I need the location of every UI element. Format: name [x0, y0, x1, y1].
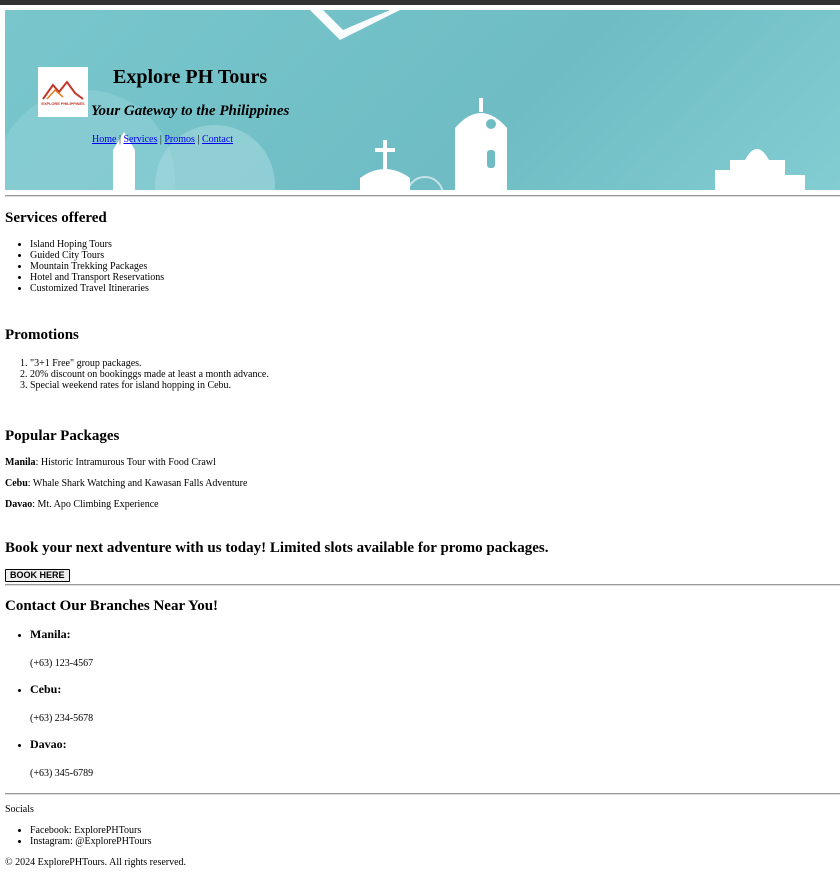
package-desc: : Historic Intramurous Tour with Food Cr…	[35, 457, 216, 468]
socials-list: Facebook: ExplorePHTours Instagram: @Exp…	[5, 825, 840, 847]
branch-item: Manila: (+63) 123-4567	[30, 628, 840, 669]
promotions-heading: Promotions	[5, 327, 79, 343]
package-item: Davao: Mt. Apo Climbing Experience	[5, 500, 840, 510]
packages-heading: Popular Packages	[5, 428, 120, 444]
package-city: Cebu	[5, 478, 28, 489]
list-item: 20% discount on bookinggs made at least …	[30, 369, 840, 380]
nav-link-contact[interactable]: Contact	[202, 134, 233, 145]
list-item: Special weekend rates for island hopping…	[30, 380, 840, 391]
list-item: Customized Travel Itineraries	[30, 283, 840, 294]
divider	[5, 195, 840, 196]
logo[interactable]: EXPLORE PHILIPPINES	[38, 67, 88, 117]
package-item: Cebu: Whale Shark Watching and Kawasan F…	[5, 479, 840, 489]
footer: Socials Facebook: ExplorePHTours Instagr…	[5, 805, 840, 868]
nav-link-home[interactable]: Home	[92, 134, 116, 145]
divider	[5, 584, 840, 585]
nav-separator: |	[197, 134, 200, 145]
booking-heading: Book your next adventure with us today! …	[5, 540, 549, 556]
social-item-instagram: Instagram: @ExplorePHTours	[30, 836, 840, 847]
services-heading: Services offered	[5, 210, 107, 226]
branch-phone: (+63) 123-4567	[30, 658, 94, 669]
branch-item: Cebu: (+63) 234-5678	[30, 683, 840, 724]
header-banner: EXPLORE PHILIPPINES Explore PH Tours You…	[5, 10, 840, 190]
copyright: © 2024 ExplorePHTours. All rights reserv…	[5, 857, 187, 868]
page: EXPLORE PHILIPPINES Explore PH Tours You…	[0, 10, 840, 868]
browser-top-bar	[0, 0, 840, 5]
nav-separator: |	[118, 134, 121, 145]
services-section: Services offered Island Hoping Tours Gui…	[5, 210, 840, 294]
branch-name: Davao:	[30, 737, 67, 751]
divider	[5, 793, 840, 794]
packages-section: Popular Packages Manila: Historic Intram…	[5, 428, 840, 510]
branch-phone: (+63) 234-5678	[30, 713, 94, 724]
list-item: Hotel and Transport Reservations	[30, 272, 840, 283]
branch-name: Cebu:	[30, 682, 62, 696]
list-item: Mountain Trekking Packages	[30, 261, 840, 272]
book-here-button[interactable]: BOOK HERE	[5, 569, 70, 582]
package-desc: : Mt. Apo Climbing Experience	[32, 499, 159, 510]
package-city: Davao	[5, 499, 33, 510]
branches-list: Manila: (+63) 123-4567 Cebu: (+63) 234-5…	[5, 628, 840, 779]
branch-item: Davao: (+63) 345-6789	[30, 738, 840, 779]
site-title: Explore PH Tours	[113, 66, 268, 88]
main-nav: Home | Services | Promos | Contact	[92, 134, 233, 145]
mountain-logo-icon	[42, 79, 84, 100]
nav-link-promos[interactable]: Promos	[164, 134, 195, 145]
services-list: Island Hoping Tours Guided City Tours Mo…	[5, 239, 840, 294]
list-item: Island Hoping Tours	[30, 239, 840, 250]
nav-link-services[interactable]: Services	[123, 134, 157, 145]
booking-section: Book your next adventure with us today! …	[5, 540, 840, 585]
contact-section: Contact Our Branches Near You! Manila: (…	[5, 598, 840, 794]
promotions-section: Promotions "3+1 Free" group packages. 20…	[5, 327, 840, 391]
package-city: Manila	[5, 457, 36, 468]
banner-illustration	[5, 10, 805, 190]
socials-title: Socials	[5, 804, 34, 815]
tagline: Your Gateway to the Philippines	[91, 103, 290, 119]
package-item: Manila: Historic Intramurous Tour with F…	[5, 458, 840, 468]
branch-phone: (+63) 345-6789	[30, 768, 94, 779]
package-desc: : Whale Shark Watching and Kawasan Falls…	[27, 478, 248, 489]
nav-separator: |	[159, 134, 162, 145]
promotions-list: "3+1 Free" group packages. 20% discount …	[5, 358, 840, 391]
list-item: Guided City Tours	[30, 250, 840, 261]
list-item: "3+1 Free" group packages.	[30, 358, 840, 369]
contact-heading: Contact Our Branches Near You!	[5, 598, 219, 614]
logo-text: EXPLORE PHILIPPINES	[41, 100, 85, 106]
social-item-facebook: Facebook: ExplorePHTours	[30, 825, 840, 836]
branch-name: Manila:	[30, 627, 71, 641]
